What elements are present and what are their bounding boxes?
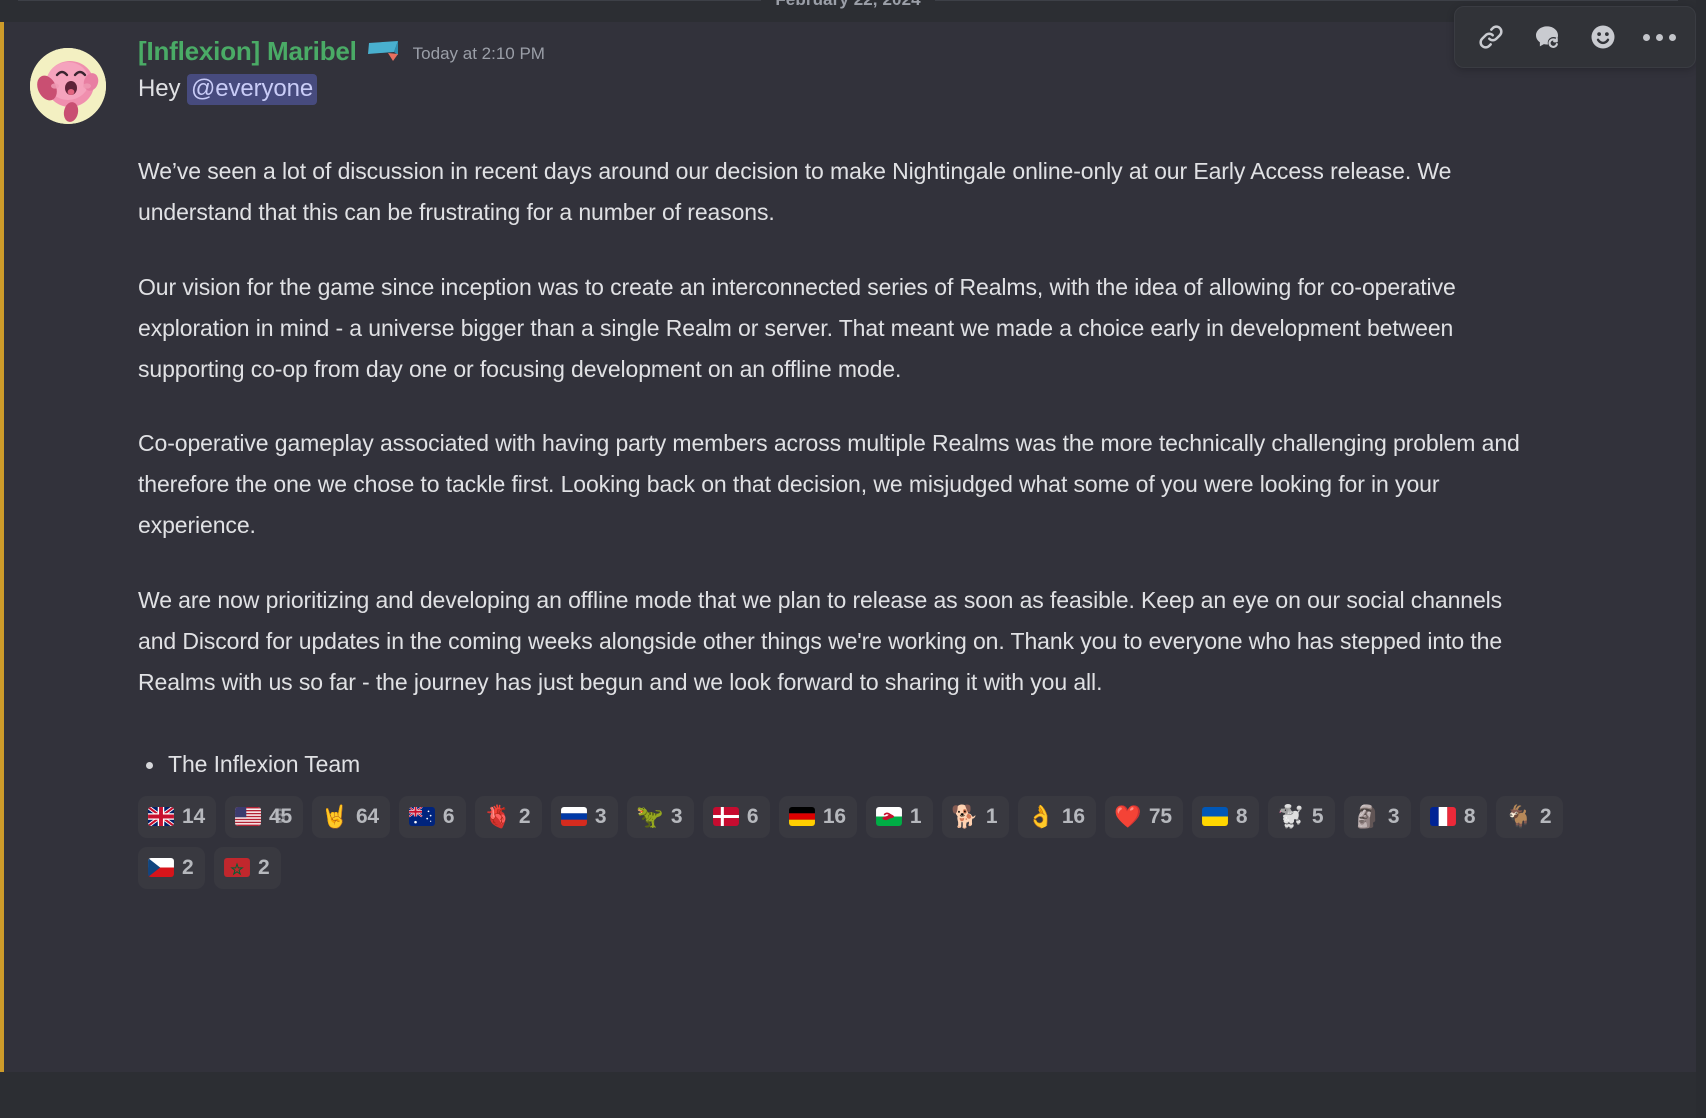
more-options-icon[interactable] [1633,12,1685,62]
dog-with-hat-icon: 🐩 [1277,803,1305,829]
reaction-count: 3 [1387,804,1400,828]
reaction-count: 2 [518,804,531,828]
reaction-count: 1 [985,804,998,828]
reaction-flag-uk[interactable]: 14 [138,795,216,838]
ok-hand-icon: 👌 [1027,803,1055,829]
reaction-moai[interactable]: 🗿 3 [1343,795,1411,838]
scrollbar-gutter[interactable] [1696,0,1706,1118]
flag-morocco-icon [224,855,250,881]
reaction-t-rex[interactable]: 🦖 3 [626,795,694,838]
reaction-sign-of-horns[interactable]: 🤘 64 [311,795,390,838]
reaction-dog-running[interactable]: 🐕 1 [941,795,1009,838]
message-author[interactable]: [Inflexion] Maribel [138,36,357,67]
date-divider: February 22, 2024 [0,0,1696,13]
reaction-flag-ukraine[interactable]: 8 [1191,795,1259,838]
message-body: Hey @everyone We’ve seen a lot of discus… [138,68,1672,782]
reaction-fluffy-animal[interactable]: 🐐 2 [1495,795,1563,838]
fluffy-animal-icon: 🐐 [1505,803,1533,829]
share-link-icon[interactable] [1465,12,1517,62]
paragraph-2: Our vision for the game since inception … [138,273,1456,382]
reaction-ok-hand[interactable]: 👌 16 [1017,795,1096,838]
reaction-count: 2 [1539,804,1552,828]
reaction-count: 8 [1463,804,1476,828]
greeting-prefix: Hey [138,75,187,102]
message-hover-toolbar [1454,6,1696,68]
paragraph-3: Co-operative gameplay associated with ha… [138,430,1520,539]
reaction-count: 8 [1235,804,1248,828]
inflexion-logo-badge-icon [367,40,401,62]
reply-icon[interactable] [1521,12,1573,62]
divider-date-label: February 22, 2024 [761,0,934,10]
flag-france-icon [1429,804,1456,830]
reaction-count: 6 [442,804,455,828]
reaction-flag-us[interactable]: 45 6 [224,795,303,838]
flag-wales-icon [875,804,902,830]
reaction-count: 16 [1061,804,1085,828]
reaction-flag-wales[interactable]: 1 [865,795,933,838]
list-item: The Inflexion Team [138,747,1672,782]
flag-denmark-icon [712,804,739,830]
flag-germany-icon [788,804,815,830]
reaction-count: 45 6 [268,804,292,828]
paragraph-4: We are now prioritizing and developing a… [138,587,1503,696]
flag-us-icon [235,804,261,830]
reaction-flag-france[interactable]: 8 [1419,795,1487,838]
reaction-flag-germany[interactable]: 16 [778,795,857,838]
reaction-flag-czechia[interactable]: 2 [138,846,205,889]
message-timestamp: Today at 2:10 PM [412,44,545,63]
signature-list: The Inflexion Team [138,747,1672,782]
divider-rule-left [18,0,762,1]
moai-icon: 🗿 [1353,803,1381,829]
flag-czechia-icon [148,855,174,881]
reaction-red-heart[interactable]: ❤️ 75 [1104,795,1183,838]
reaction-count: 75 [1148,804,1172,828]
reaction-dog-with-hat[interactable]: 🐩 5 [1267,795,1335,838]
t-rex-icon: 🦖 [636,803,664,829]
reaction-count: 2 [182,855,194,879]
reaction-flag-russia[interactable]: 3 [550,795,618,838]
reaction-count: 14 [182,804,205,828]
reaction-count: 64 [355,804,379,828]
reaction-count: 6 [746,804,759,828]
flag-ukraine-icon [1201,804,1228,830]
flag-russia-icon [560,804,587,830]
avatar[interactable] [30,48,106,124]
reaction-count: 1 [909,804,922,828]
flag-uk-icon [148,804,174,830]
reaction-anatomical-heart[interactable]: 🫀 2 [474,795,542,838]
reaction-count: 2 [258,855,270,879]
flag-australia-icon [408,804,435,830]
sign-of-horns-icon: 🤘 [321,803,349,829]
dog-running-icon: 🐕 [951,803,979,829]
message-header: [Inflexion] Maribel Today at 2:10 PM [138,36,1672,68]
reaction-count: 16 [822,804,846,828]
reaction-flag-denmark[interactable]: 6 [702,795,770,838]
reaction-count: 3 [670,804,683,828]
reaction-count: 5 [1311,804,1324,828]
red-heart-icon: ❤️ [1114,803,1142,829]
reaction-flag-australia[interactable]: 6 [398,795,466,838]
divider-rule-right [934,0,1679,1]
add-reaction-icon[interactable] [1577,12,1629,62]
everyone-mention[interactable]: @everyone [186,74,318,105]
greeting-line: Hey @everyone [138,72,1672,107]
reaction-count: 3 [594,804,607,828]
reaction-flag-morocco[interactable]: 2 [214,846,281,889]
more-dots [1642,33,1676,41]
reaction-count-transition: 6 [273,804,286,828]
message-block: [Inflexion] Maribel Today at 2:10 PM Hey… [0,22,1696,1072]
paragraph-1: We’ve seen a lot of discussion in recent… [138,157,1452,225]
discord-message-view: February 22, 2024 [0,0,1706,1118]
anatomical-heart-icon: 🫀 [484,803,512,829]
reaction-list: 14 45 6 🤘 64 6 🫀 2 3 🦖 3 6 16 1 🐕 1 👌 16 ❤️ 75 8 🐩 5 🗿 3 8 🐐 2 2 2 [138,795,1618,903]
